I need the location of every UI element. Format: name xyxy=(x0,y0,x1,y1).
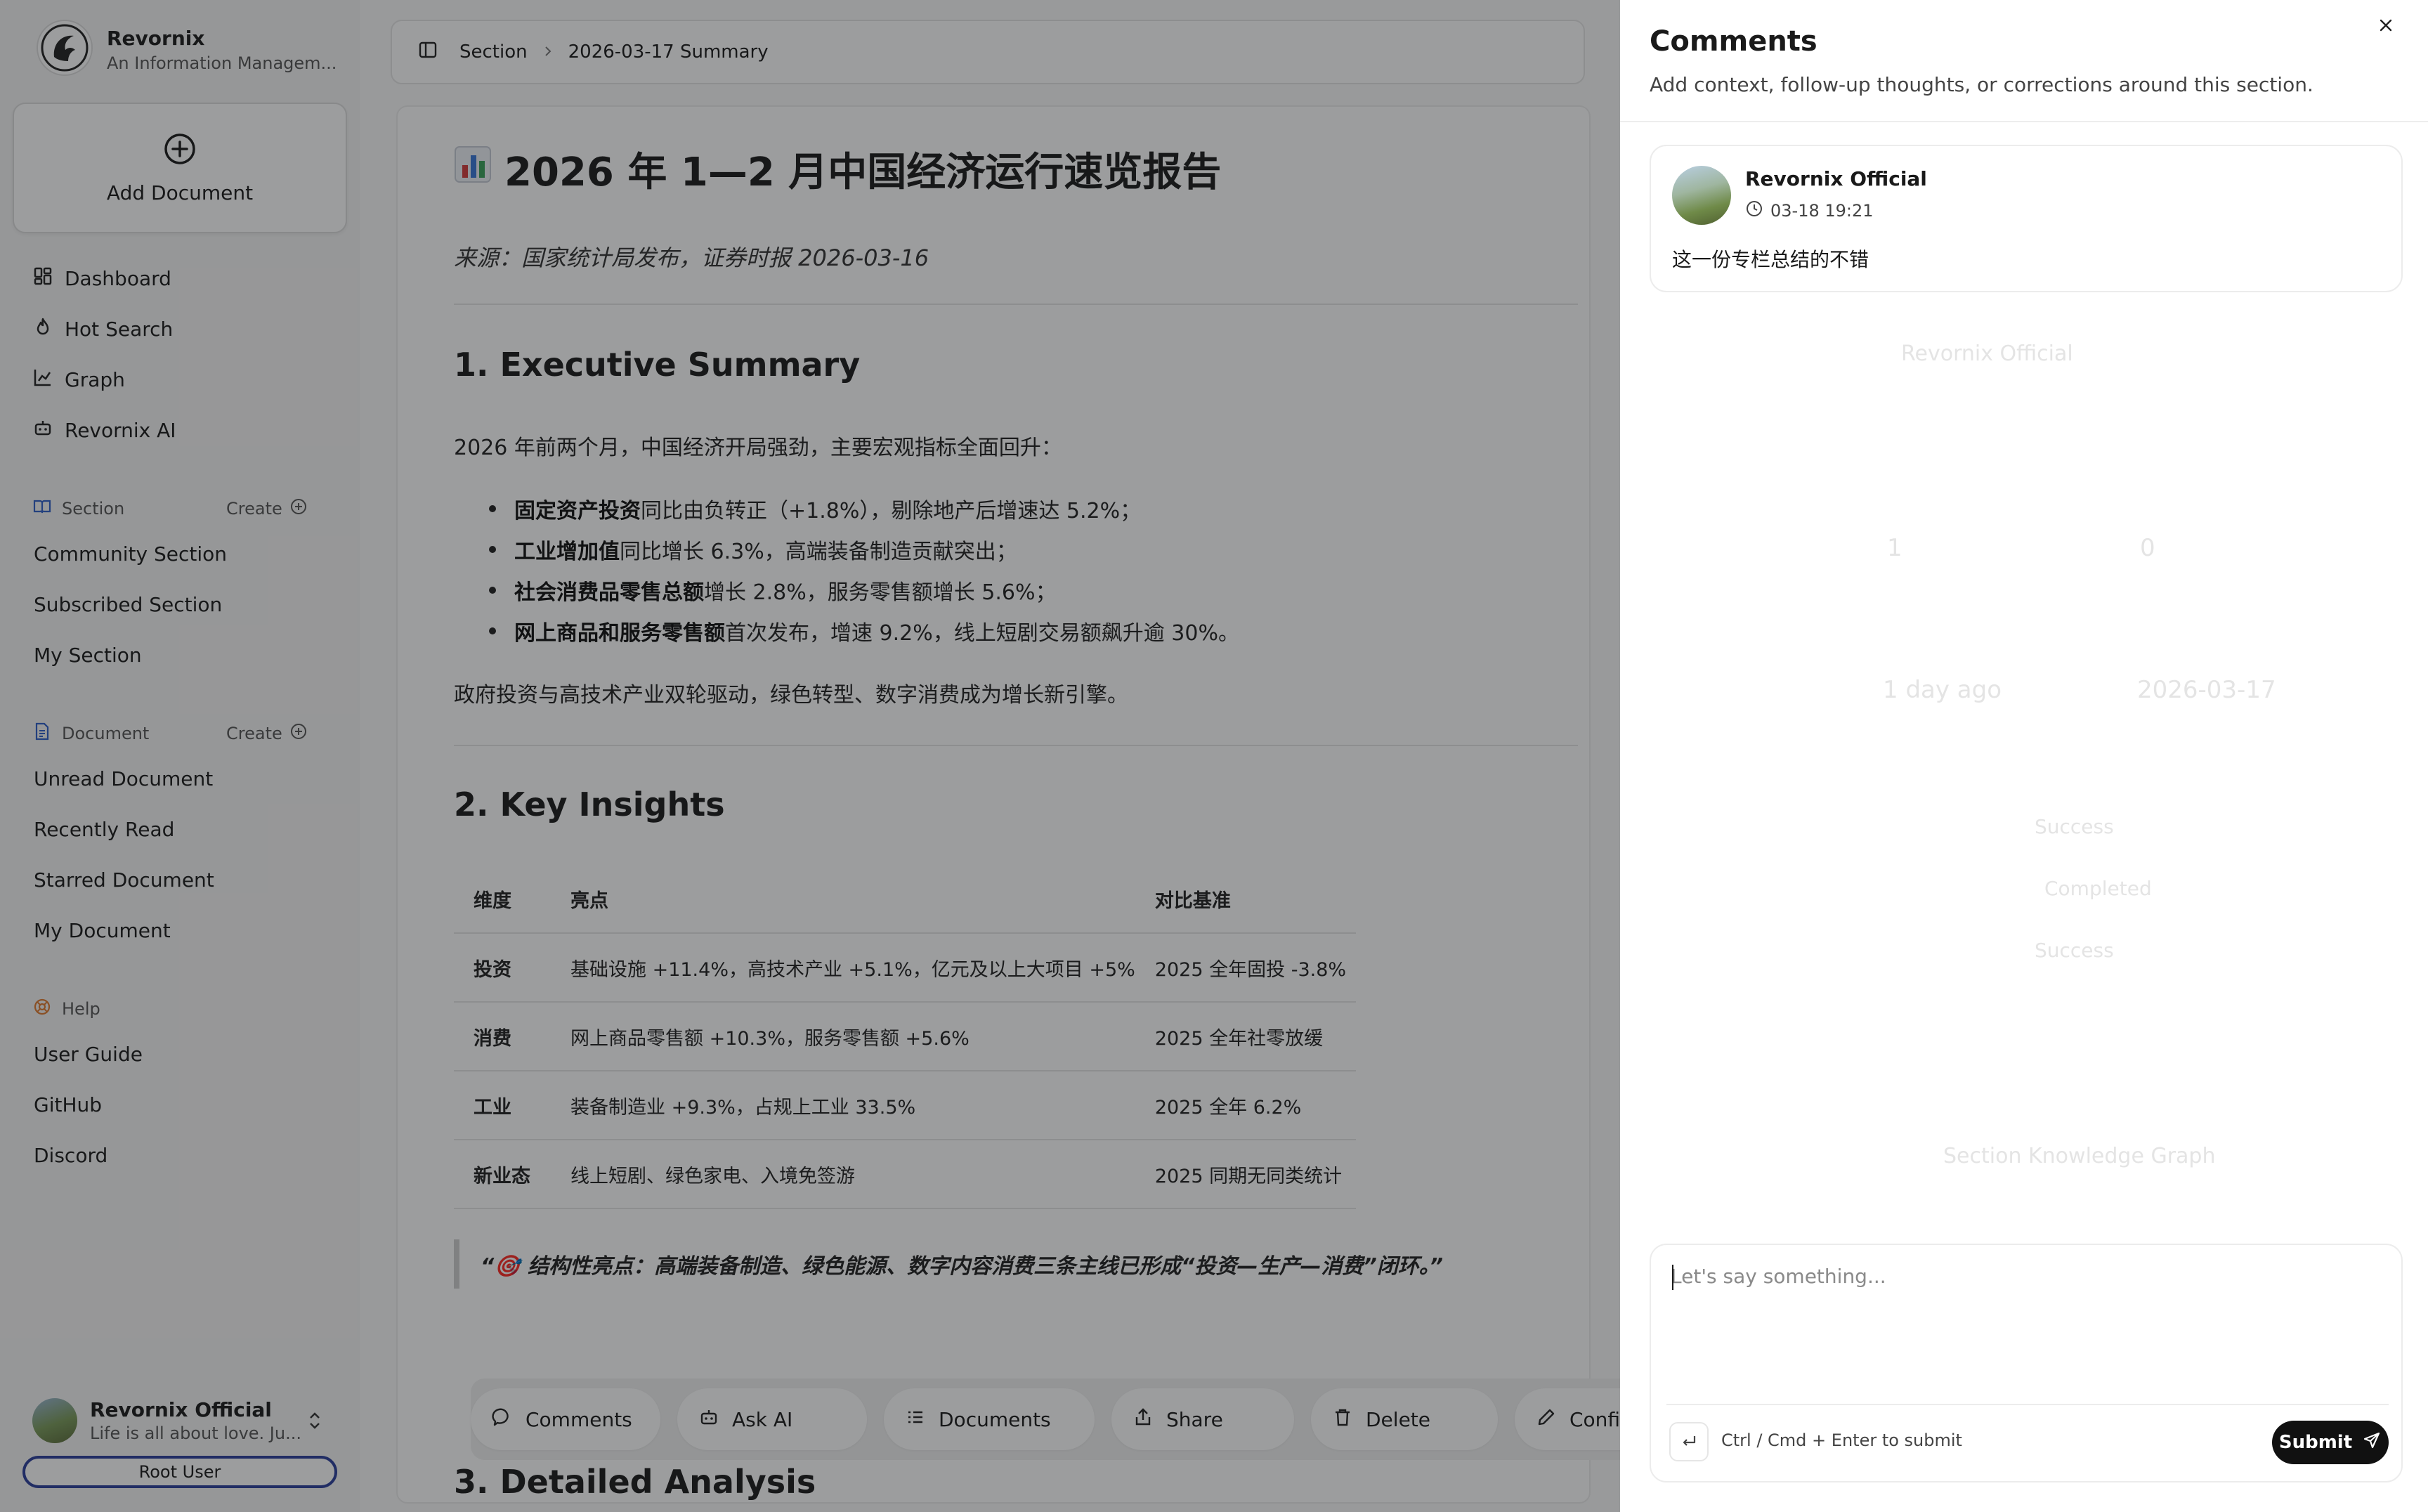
avatar[interactable] xyxy=(1672,166,1731,225)
close-icon xyxy=(2377,16,2395,37)
comment-composer: Ctrl / Cmd + Enter to submit Submit xyxy=(1650,1244,2403,1482)
bg-count-a: 1 xyxy=(1887,534,1902,562)
submit-label: Submit xyxy=(2278,1432,2353,1453)
send-icon xyxy=(2362,1430,2382,1455)
panel-title: Comments xyxy=(1650,25,1817,58)
close-button[interactable] xyxy=(2370,11,2401,42)
bg-status-1: Success xyxy=(2035,815,2114,838)
enter-key-icon xyxy=(1669,1422,1709,1461)
bg-status-3: Success xyxy=(2035,939,2114,962)
submit-hint: Ctrl / Cmd + Enter to submit xyxy=(1721,1430,1962,1450)
bg-date: 2026-03-17 xyxy=(2137,676,2276,704)
divider xyxy=(1666,1404,2389,1405)
comment-card: Revornix Official 03-18 19:21 这一份专栏总结的不错 xyxy=(1650,145,2403,292)
bg-author-name: Revornix Official xyxy=(1901,341,2073,366)
clock-icon xyxy=(1745,200,1763,222)
bg-status-2: Completed xyxy=(2044,877,2152,900)
modal-overlay[interactable] xyxy=(0,0,1620,1512)
comment-time-text: 03-18 19:21 xyxy=(1770,201,1874,221)
bg-relative-time: 1 day ago xyxy=(1883,676,2002,704)
divider xyxy=(1620,121,2428,122)
comment-author: Revornix Official xyxy=(1745,167,1927,190)
comments-panel: Revornix Official 1 0 1 day ago 2026-03-… xyxy=(1620,0,2428,1512)
comment-timestamp: 03-18 19:21 xyxy=(1745,200,1874,222)
comment-text: 这一份专栏总结的不错 xyxy=(1672,248,1869,271)
panel-subtitle: Add context, follow-up thoughts, or corr… xyxy=(1650,73,2313,96)
comment-input[interactable] xyxy=(1671,1265,2380,1377)
bg-graph-title: Section Knowledge Graph xyxy=(1943,1144,2216,1168)
text-cursor xyxy=(1672,1265,1673,1290)
bg-count-b: 0 xyxy=(2140,534,2155,562)
submit-button[interactable]: Submit xyxy=(2272,1421,2389,1464)
